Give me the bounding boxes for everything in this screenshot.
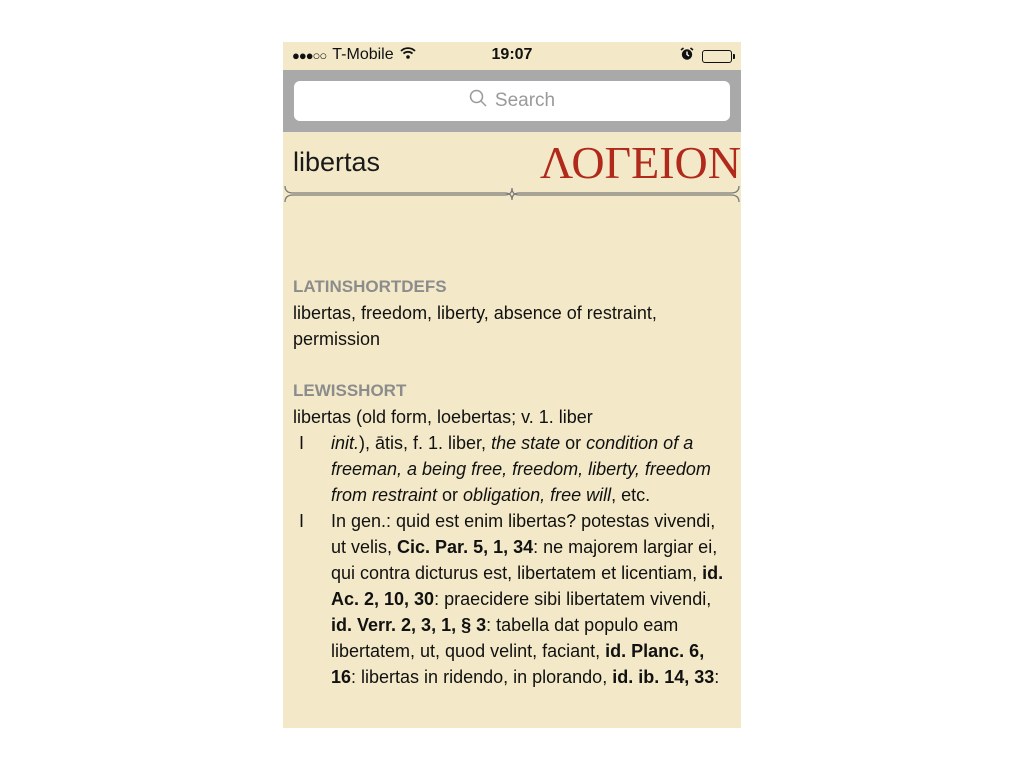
phone-screen: ●●●○○ T-Mobile 19:07 Search libertas ΛΟΓ… (283, 42, 741, 728)
entry-header: libertas ΛΟΓΕΙΟΝ (283, 132, 741, 212)
clock: 19:07 (491, 46, 533, 63)
dictionary-content: LATINSHORTDEFS libertas, freedom, libert… (293, 274, 733, 690)
section-title-latinshortdefs: LATINSHORTDEFS (293, 277, 447, 296)
shortdefs-text: libertas, freedom, liberty, absence of r… (293, 303, 657, 349)
search-bar: Search (283, 70, 741, 132)
sense-text: In gen.: quid est enim libertas? potesta… (331, 511, 724, 687)
sense-number: I (299, 511, 305, 531)
logeion-logo: ΛΟΓΕΙΟΝ (539, 137, 741, 188)
decorative-brace-divider (284, 186, 740, 202)
battery-icon (702, 50, 735, 63)
sense-item: I In gen.: quid est enim libertas? potes… (293, 508, 733, 690)
entry-title: libertas (293, 147, 381, 177)
lewis-headword: libertas (old form, loebertas; v. 1. lib… (293, 407, 593, 427)
citation-link[interactable]: id. Verr. 2, 3, 1, § 3 (331, 615, 486, 635)
sense-number: I (299, 433, 305, 453)
section-title-lewisshort: LEWISSHORT (293, 381, 407, 400)
search-input[interactable]: Search (294, 81, 730, 121)
citation-link[interactable]: id. ib. 14, 33 (612, 667, 714, 687)
citation-link[interactable]: Cic. Par. 5, 1, 34 (397, 537, 533, 557)
sense-text: init.), ātis, f. 1. liber, the state or … (331, 433, 711, 505)
sense-item: I init.), ātis, f. 1. liber, the state o… (293, 430, 733, 508)
status-bar: ●●●○○ T-Mobile 19:07 (283, 42, 741, 70)
alarm-icon (680, 47, 694, 66)
search-placeholder: Search (494, 90, 556, 111)
search-icon (469, 89, 487, 113)
